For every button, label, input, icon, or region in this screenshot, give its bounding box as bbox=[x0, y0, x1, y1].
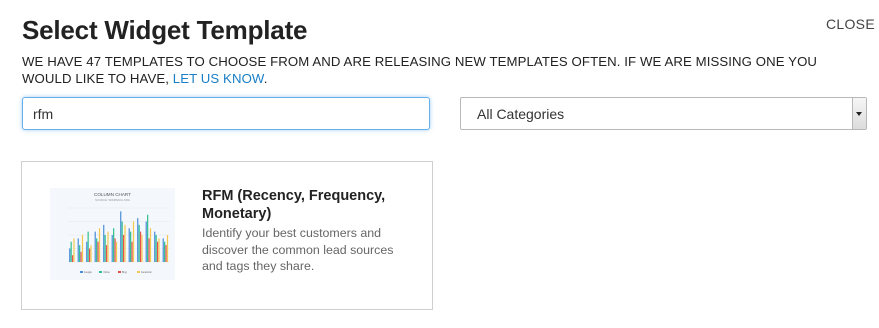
thumbnail-bar bbox=[79, 245, 81, 262]
thumbnail-bar bbox=[88, 248, 91, 262]
thumbnail-bar bbox=[141, 235, 143, 262]
thumbnail-bar bbox=[70, 241, 72, 262]
subtitle-text: WE HAVE 47 TEMPLATES TO CHOOSE FROM AND … bbox=[22, 54, 818, 86]
thumbnail-bar bbox=[111, 235, 113, 262]
thumbnail-bar bbox=[147, 214, 149, 262]
thumbnail-bar bbox=[162, 238, 164, 262]
thumbnail-bar bbox=[166, 235, 169, 262]
thumbnail-bar bbox=[130, 231, 132, 262]
thumbnail-bar bbox=[156, 241, 159, 262]
thumbnail-legend-swatch bbox=[137, 271, 140, 273]
thumbnail-bar bbox=[97, 241, 99, 262]
dropdown-arrow-icon[interactable] bbox=[852, 98, 866, 129]
thumbnail-bar bbox=[77, 238, 79, 262]
thumbnail-bar bbox=[148, 238, 150, 262]
thumbnail-legend-swatch bbox=[99, 271, 102, 273]
template-thumbnail: COLUMN CHART SOURCE: WIKIPEDIA.ORG Googl… bbox=[50, 188, 175, 280]
thumbnail-chart-subtitle: SOURCE: WIKIPEDIA.ORG bbox=[95, 198, 130, 202]
thumbnail-legend-swatch bbox=[118, 271, 121, 273]
subtitle-end: . bbox=[263, 71, 268, 86]
thumbnail-chart-title: COLUMN CHART bbox=[94, 192, 131, 197]
thumbnail-legend-label: Yahoo bbox=[103, 271, 110, 274]
thumbnail-bar bbox=[81, 235, 84, 262]
category-select-value: All Categories bbox=[477, 106, 565, 122]
thumbnail-bar bbox=[105, 245, 108, 262]
template-title: RFM (Recency, Frequency, Monetary) bbox=[202, 188, 386, 222]
thumbnail-bar bbox=[90, 245, 92, 262]
thumbnail-bar bbox=[122, 235, 125, 262]
thumbnail-bar bbox=[120, 211, 122, 262]
close-button[interactable]: CLOSE bbox=[826, 16, 875, 32]
template-search-input[interactable] bbox=[22, 97, 430, 130]
thumbnail-bar bbox=[131, 241, 133, 262]
thumbnail-bar bbox=[121, 221, 123, 262]
thumbnail-bar bbox=[107, 231, 109, 262]
thumbnail-bar bbox=[113, 228, 115, 262]
thumbnail-bar bbox=[137, 218, 139, 262]
thumbnail-bar bbox=[86, 241, 88, 262]
thumbnail-bar bbox=[73, 238, 75, 262]
dialog-title: Select Widget Template bbox=[22, 15, 308, 45]
thumbnail-bar bbox=[154, 231, 156, 262]
thumbnail-bar bbox=[139, 231, 142, 262]
thumbnail-legend-label: Bing bbox=[122, 271, 127, 274]
let-us-know-link[interactable]: LET US KNOW bbox=[173, 71, 264, 86]
thumbnail-bar bbox=[128, 228, 130, 262]
thumbnail-bar bbox=[96, 238, 98, 262]
thumbnail-bar bbox=[103, 224, 105, 262]
thumbnail-bar bbox=[104, 235, 106, 262]
thumbnail-bar bbox=[87, 231, 89, 262]
thumbnail-bar bbox=[114, 238, 116, 262]
thumbnail-bar bbox=[94, 231, 96, 262]
template-count-description: WE HAVE 47 TEMPLATES TO CHOOSE FROM AND … bbox=[22, 53, 822, 87]
thumbnail-bar bbox=[158, 238, 160, 262]
category-select[interactable]: All Categories bbox=[460, 97, 867, 130]
thumbnail-bar bbox=[80, 251, 82, 262]
thumbnail-bar bbox=[145, 221, 147, 262]
thumbnail-bar bbox=[164, 241, 166, 262]
thumbnail-bar bbox=[165, 245, 167, 262]
template-card-rfm[interactable]: COLUMN CHART SOURCE: WIKIPEDIA.ORG Googl… bbox=[21, 161, 433, 310]
thumbnail-bar bbox=[124, 224, 126, 262]
thumbnail-bar bbox=[149, 228, 152, 262]
thumbnail-bar bbox=[115, 241, 118, 262]
thumbnail-bar bbox=[132, 221, 135, 262]
thumbnail-bar bbox=[69, 248, 71, 262]
thumbnail-legend-label: Google bbox=[84, 271, 92, 274]
thumbnail-legend-label: Facebook bbox=[141, 271, 152, 274]
thumbnail-legend-swatch bbox=[80, 271, 83, 273]
template-description: Identify your best customers and discove… bbox=[202, 226, 394, 273]
thumbnail-bar bbox=[71, 255, 74, 262]
thumbnail-bar bbox=[98, 228, 101, 262]
thumbnail-bar bbox=[155, 235, 157, 262]
thumbnail-bar bbox=[138, 224, 140, 262]
